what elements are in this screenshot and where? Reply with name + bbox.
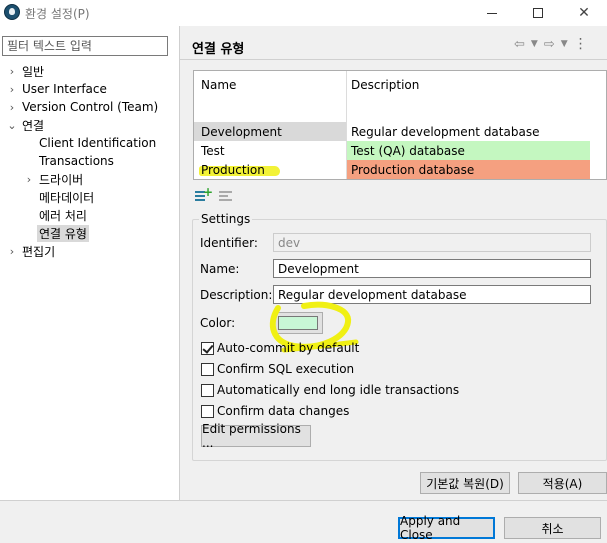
column-header-description[interactable]: Description <box>351 78 419 92</box>
name-field[interactable] <box>273 259 591 278</box>
tree-item-editors[interactable]: › 편집기 <box>6 242 55 260</box>
tree-item-connections[interactable]: ⌄ 연결 <box>6 116 44 134</box>
row-description: Regular development database <box>351 124 540 139</box>
maximize-icon <box>533 8 543 18</box>
forward-arrow-icon[interactable]: ⇨ <box>544 37 555 52</box>
settings-group-title: Settings <box>199 212 253 226</box>
tree-item-transactions[interactable]: Transactions <box>39 152 114 170</box>
apply-button[interactable]: 적용(A) <box>518 472 607 494</box>
window-title: 환경 설정(P) <box>25 7 90 21</box>
identifier-field <box>273 233 591 252</box>
more-options-icon[interactable]: ⋮ <box>574 36 588 52</box>
restore-defaults-button[interactable]: 기본값 복원(D) <box>420 472 510 494</box>
page-navigation: ⇦ ▼ ⇨ ▼ ⋮ <box>514 36 588 52</box>
table-row-description[interactable]: Regular development database <box>347 122 590 141</box>
app-icon <box>4 4 20 20</box>
row-name: Development <box>201 124 282 139</box>
preference-page: 연결 유형 ⇦ ▼ ⇨ ▼ ⋮ Name Description Develop… <box>180 26 607 500</box>
preferences-tree-panel: › 일반 › User Interface › Version Control … <box>0 26 179 500</box>
table-row[interactable]: Production <box>194 160 346 179</box>
chevron-right-icon[interactable]: › <box>6 83 18 96</box>
tree-item-label: User Interface <box>22 82 107 96</box>
title-bar: 환경 설정(P) ✕ <box>0 0 607 26</box>
chevron-down-icon[interactable]: ⌄ <box>6 119 18 132</box>
column-header-name[interactable]: Name <box>201 78 236 92</box>
checkbox-label: Automatically end long idle transactions <box>217 383 460 397</box>
tree-item-drivers[interactable]: › 드라이버 <box>23 170 83 188</box>
close-icon: ✕ <box>578 5 590 21</box>
tree-item-label: 일반 <box>22 64 45 79</box>
table-row-description[interactable]: Test (QA) database <box>347 141 590 160</box>
table-row-description[interactable]: Production database <box>347 160 590 179</box>
tree-item-label: 에러 처리 <box>39 208 87 223</box>
tree-item-label: 연결 <box>22 118 45 133</box>
chevron-right-icon[interactable]: › <box>6 65 18 78</box>
checkbox-confirm-sql[interactable]: Confirm SQL execution <box>201 362 354 376</box>
table-row[interactable]: Development <box>194 122 346 141</box>
description-label: Description: <box>200 288 273 302</box>
tree-item-label: Version Control (Team) <box>22 100 159 114</box>
maximize-button[interactable] <box>515 0 561 26</box>
tree-item-label: 연결 유형 <box>37 224 89 242</box>
apply-and-close-button[interactable]: Apply and Close <box>398 514 495 542</box>
tree-item-label: 드라이버 <box>39 172 84 187</box>
add-connection-type-icon[interactable]: + <box>195 185 213 202</box>
table-toolbar: + <box>195 185 235 202</box>
checkbox-unchecked[interactable] <box>201 362 214 376</box>
table-row[interactable]: Test <box>194 141 346 160</box>
tree-item-error-handling[interactable]: 에러 처리 <box>39 206 87 224</box>
checkbox-label: Auto-commit by default <box>217 341 360 355</box>
row-name: Production <box>201 162 265 177</box>
name-label: Name: <box>200 262 240 276</box>
page-title: 연결 유형 <box>192 42 245 57</box>
tree-item-label: Client Identification <box>39 136 157 150</box>
chevron-right-icon[interactable]: › <box>6 101 18 114</box>
filter-input[interactable] <box>2 36 168 56</box>
checkbox-confirm-data-changes[interactable]: Confirm data changes <box>201 404 349 418</box>
tree-item-connection-types[interactable]: 연결 유형 <box>37 224 89 242</box>
tree-item-version-control[interactable]: › Version Control (Team) <box>6 98 158 116</box>
color-label: Color: <box>200 316 236 330</box>
chevron-right-icon[interactable]: › <box>6 245 18 258</box>
row-description: Production database <box>351 162 475 177</box>
row-description: Test (QA) database <box>351 143 465 158</box>
title-separator <box>180 59 607 60</box>
tree-item-label: 편집기 <box>22 244 56 259</box>
chevron-right-icon[interactable]: › <box>23 173 35 186</box>
checkbox-auto-end-idle[interactable]: Automatically end long idle transactions <box>201 383 459 397</box>
connection-types-table[interactable]: Name Description Development Regular dev… <box>193 70 607 180</box>
identifier-label: Identifier: <box>200 236 258 250</box>
back-menu-chevron-down-icon[interactable]: ▼ <box>531 39 538 49</box>
tree-item-label: Transactions <box>39 154 114 168</box>
row-name: Test <box>201 143 225 158</box>
tree-item-client-identification[interactable]: Client Identification <box>39 134 156 152</box>
checkbox-label: Confirm data changes <box>217 404 350 418</box>
tree-item-general[interactable]: › 일반 <box>6 62 44 80</box>
forward-menu-chevron-down-icon[interactable]: ▼ <box>561 39 568 49</box>
checkbox-unchecked[interactable] <box>201 383 214 397</box>
minimize-icon <box>487 12 497 14</box>
tree-item-metadata[interactable]: 메타데이터 <box>39 188 94 206</box>
tree-item-label: 메타데이터 <box>39 190 95 205</box>
checkbox-label: Confirm SQL execution <box>217 362 355 376</box>
cancel-button[interactable]: 취소 <box>504 517 601 539</box>
checkbox-auto-commit[interactable]: Auto-commit by default <box>201 341 359 355</box>
checkbox-unchecked[interactable] <box>201 404 214 418</box>
remove-connection-type-icon[interactable] <box>219 188 235 202</box>
tree-item-user-interface[interactable]: › User Interface <box>6 80 107 98</box>
back-arrow-icon[interactable]: ⇦ <box>514 37 525 52</box>
edit-permissions-button[interactable]: Edit permissions ... <box>201 422 311 450</box>
minimize-button[interactable] <box>469 0 515 26</box>
close-button[interactable]: ✕ <box>561 0 607 26</box>
checkbox-checked[interactable] <box>201 341 214 355</box>
footer-separator <box>0 500 607 501</box>
